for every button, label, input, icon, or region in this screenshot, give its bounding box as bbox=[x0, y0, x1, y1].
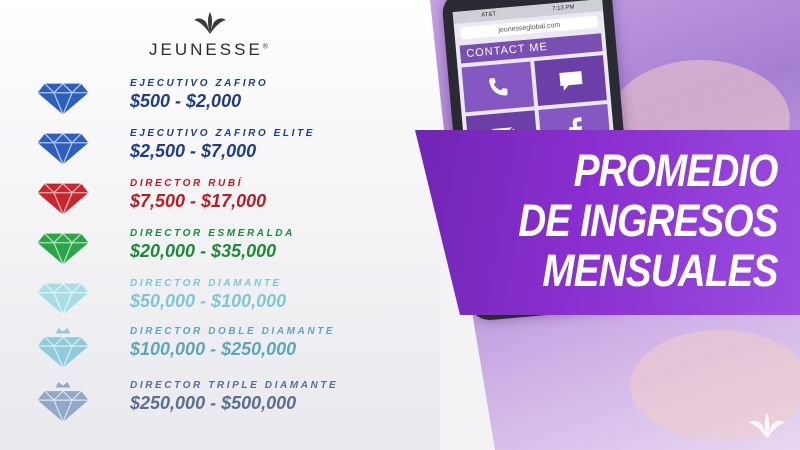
headline-line-1: PROMEDIO bbox=[574, 145, 779, 196]
registered-mark: ® bbox=[262, 43, 271, 51]
gem-icon bbox=[37, 328, 89, 368]
gem-icon bbox=[37, 132, 89, 167]
rank-name: EJECUTIVO ZAFIRO ELITE bbox=[130, 128, 315, 139]
rank-row: EJECUTIVO ZAFIRO ELITE $2,500 - $7,000 bbox=[35, 128, 405, 174]
rank-row: DIRECTOR RUBÍ $7,500 - $17,000 bbox=[35, 178, 405, 224]
gem-icon bbox=[37, 232, 89, 267]
rank-name: DIRECTOR ESMERALDA bbox=[130, 228, 295, 239]
rank-name: DIRECTOR RUBÍ bbox=[130, 178, 244, 189]
fleur-emblem-icon bbox=[194, 12, 226, 34]
rank-row: DIRECTOR DOBLE DIAMANTE $100,000 - $250,0… bbox=[35, 326, 405, 372]
contact-label: CONTACT ME bbox=[465, 40, 549, 61]
headline-line-3: MENSUALES bbox=[542, 245, 779, 296]
carrier-label: AT&T bbox=[480, 11, 497, 19]
brand-name: JEUNESSE® bbox=[140, 40, 280, 60]
time-label: 7:13 PM bbox=[551, 4, 575, 13]
rank-income-range: $100,000 - $250,000 bbox=[130, 339, 297, 359]
chat-tile bbox=[534, 55, 607, 106]
rank-income-range: $50,000 - $100,000 bbox=[130, 291, 287, 311]
rank-row: DIRECTOR ESMERALDA $20,000 - $35,000 bbox=[35, 228, 405, 274]
gem-icon bbox=[37, 382, 89, 422]
phone-tile bbox=[461, 61, 535, 113]
phone-icon bbox=[488, 77, 508, 96]
rank-name: DIRECTOR DIAMANTE bbox=[130, 278, 282, 289]
gem-icon bbox=[37, 82, 89, 117]
gem-icon bbox=[37, 282, 89, 317]
gem-icon bbox=[37, 182, 89, 217]
rank-income-range: $2,500 - $7,000 bbox=[130, 141, 257, 161]
rank-name: EJECUTIVO ZAFIRO bbox=[130, 78, 269, 89]
rank-name: DIRECTOR DOBLE DIAMANTE bbox=[130, 326, 336, 337]
rank-income-range: $20,000 - $35,000 bbox=[130, 241, 277, 261]
rank-income-range: $500 - $2,000 bbox=[130, 91, 242, 111]
bottom-emblem bbox=[744, 411, 790, 446]
headline: PROMEDIO DE INGRESOS MENSUALES bbox=[518, 145, 779, 296]
jeunesse-logo: JEUNESSE® bbox=[140, 10, 280, 60]
rank-row: DIRECTOR DIAMANTE $50,000 - $100,000 bbox=[35, 278, 405, 324]
fleur-emblem-icon bbox=[748, 413, 786, 439]
rank-name: DIRECTOR TRIPLE DIAMANTE bbox=[130, 380, 339, 391]
brand-name-text: JEUNESSE bbox=[149, 40, 263, 59]
chat-bubble-icon bbox=[558, 70, 582, 91]
url-text: jeunesseglobal.com bbox=[498, 21, 561, 34]
rank-row: EJECUTIVO ZAFIRO $500 - $2,000 bbox=[35, 78, 405, 124]
rank-income-range: $7,500 - $17,000 bbox=[130, 191, 267, 211]
rank-income-range: $250,000 - $500,000 bbox=[130, 393, 297, 413]
headline-line-2: DE INGRESOS bbox=[518, 195, 779, 246]
rank-row: DIRECTOR TRIPLE DIAMANTE $250,000 - $500,… bbox=[35, 380, 405, 426]
